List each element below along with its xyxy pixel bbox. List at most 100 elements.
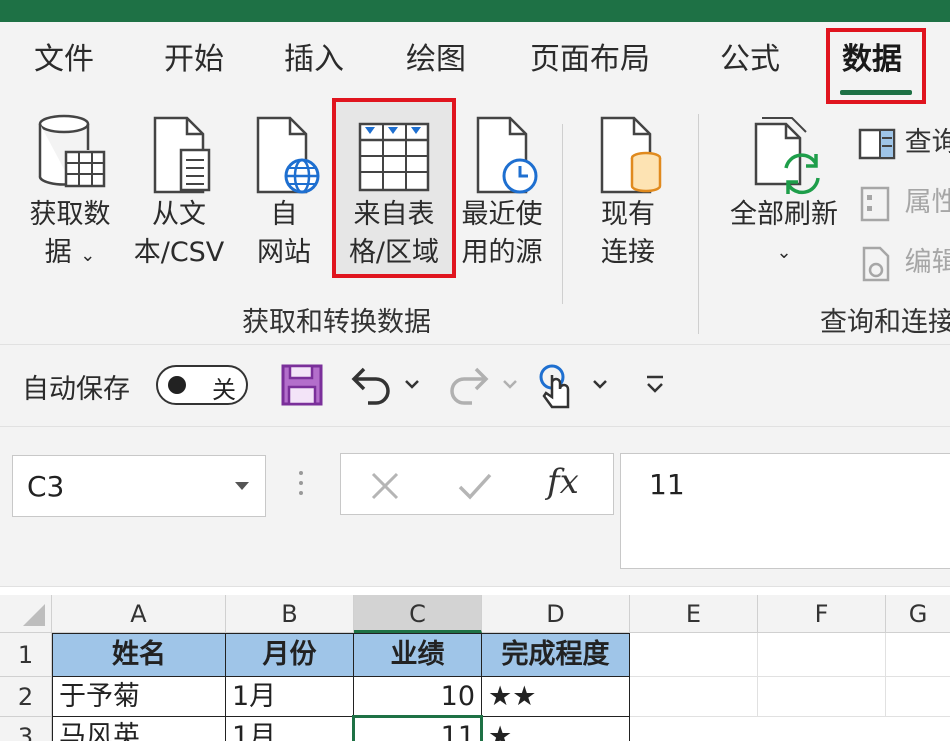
recent-sources-button[interactable]: 最近使 用的源 xyxy=(454,114,550,272)
column-header-a[interactable]: A xyxy=(52,595,226,633)
chevron-down-icon: ⌄ xyxy=(80,245,96,266)
existing-connections-label-1: 现有 xyxy=(601,199,655,230)
empty-cell[interactable] xyxy=(886,633,950,677)
column-header-c[interactable]: C xyxy=(354,595,482,633)
tab-data-highlight-box xyxy=(826,28,926,104)
row-header-2[interactable]: 2 xyxy=(0,677,52,717)
autosave-label: 自动保存 xyxy=(22,374,130,405)
edit-links-label: 编辑 xyxy=(904,247,950,278)
database-file-icon xyxy=(600,116,662,194)
tab-home[interactable]: 开始 xyxy=(164,40,224,80)
from-table-range-button[interactable]: 来自表 格/区域 xyxy=(338,114,450,272)
text-file-icon xyxy=(153,116,211,194)
from-table-label-1: 来自表 xyxy=(353,199,435,230)
get-data-label-1: 获取数 xyxy=(29,199,111,230)
existing-connections-label-2: 连接 xyxy=(601,237,655,268)
column-header-b[interactable]: B xyxy=(226,595,354,633)
active-cell-outline xyxy=(352,715,483,741)
from-text-csv-button[interactable]: 从文 本/CSV xyxy=(128,114,230,272)
autosave-state: 关 xyxy=(212,376,236,404)
redo-icon[interactable] xyxy=(446,363,490,407)
table-header-cell[interactable]: 完成程度 xyxy=(481,633,630,677)
formula-actions: fx xyxy=(340,453,614,515)
table-cell[interactable]: ★★ xyxy=(481,676,630,717)
title-bar xyxy=(0,0,950,22)
group-label-queries-connections: 查询和连接 xyxy=(820,307,950,338)
quick-access-toolbar: 自动保存 关 xyxy=(0,344,950,426)
tab-page-layout[interactable]: 页面布局 xyxy=(530,40,650,80)
tab-insert[interactable]: 插入 xyxy=(284,40,344,80)
customize-toolbar-icon[interactable] xyxy=(644,373,666,397)
empty-cell[interactable] xyxy=(630,677,758,717)
queries-label: 查询 xyxy=(904,127,950,158)
from-text-label-1: 从文 xyxy=(152,199,206,230)
insert-function-icon[interactable]: fx xyxy=(547,462,579,502)
properties-button[interactable]: 属性 xyxy=(858,180,950,222)
tab-file[interactable]: 文件 xyxy=(34,40,94,80)
properties-icon xyxy=(860,186,890,221)
undo-icon[interactable] xyxy=(350,363,394,407)
enter-check-icon[interactable] xyxy=(457,470,493,502)
save-icon[interactable] xyxy=(280,363,324,407)
refresh-all-label: 全部刷新 xyxy=(730,199,838,230)
drag-handle-icon[interactable] xyxy=(298,471,304,501)
properties-label: 属性 xyxy=(904,187,950,218)
cancel-icon[interactable] xyxy=(369,470,401,502)
from-web-label-2: 网站 xyxy=(257,237,311,268)
table-header-cell[interactable]: 业绩 xyxy=(353,633,482,677)
recent-sources-label-1: 最近使 xyxy=(461,199,543,230)
from-web-button[interactable]: 自 网站 xyxy=(244,114,324,272)
queries-connections-button[interactable]: 查询 xyxy=(858,120,950,160)
table-header-cell[interactable]: 姓名 xyxy=(52,633,226,677)
tab-draw[interactable]: 绘图 xyxy=(406,40,466,80)
formula-input[interactable]: 11 xyxy=(620,453,950,569)
from-table-label-2: 格/区域 xyxy=(348,237,440,268)
tab-formulas[interactable]: 公式 xyxy=(720,40,780,80)
get-data-button[interactable]: 获取数 据 ⌄ xyxy=(22,114,118,275)
chevron-down-icon xyxy=(235,482,249,490)
row-header-3[interactable]: 3 xyxy=(0,717,52,741)
existing-connections-button[interactable]: 现有 连接 xyxy=(586,114,670,272)
empty-cell[interactable] xyxy=(758,677,886,717)
empty-cell[interactable] xyxy=(630,633,758,677)
edit-links-button[interactable]: 编辑 xyxy=(858,240,950,282)
toggle-knob xyxy=(168,376,186,394)
table-cell[interactable]: 马风英 xyxy=(52,716,226,741)
refresh-file-icon xyxy=(754,117,820,195)
table-cell[interactable]: ★ xyxy=(481,716,630,741)
column-header-g[interactable]: G xyxy=(886,595,950,633)
touch-mode-icon[interactable] xyxy=(538,363,574,411)
table-cell[interactable]: 1月 xyxy=(225,716,354,741)
undo-dropdown-icon[interactable] xyxy=(402,375,422,395)
touch-dropdown-icon[interactable] xyxy=(590,375,610,395)
clock-file-icon xyxy=(476,116,538,194)
recent-sources-label-2: 用的源 xyxy=(461,237,543,268)
from-web-label-1: 自 xyxy=(270,199,298,230)
ribbon-tabs: 文件 开始 插入 绘图 页面布局 公式 数据 xyxy=(0,22,950,104)
refresh-all-button[interactable]: 全部刷新 ⌄ xyxy=(722,114,846,272)
table-range-icon xyxy=(358,122,430,192)
edit-links-icon xyxy=(862,246,890,281)
empty-cell[interactable] xyxy=(758,633,886,677)
table-cell[interactable]: 10 xyxy=(353,676,482,717)
database-table-icon xyxy=(38,114,106,188)
table-header-cell[interactable]: 月份 xyxy=(225,633,354,677)
column-header-f[interactable]: F xyxy=(758,595,886,633)
column-header-e[interactable]: E xyxy=(630,595,758,633)
query-panel-icon xyxy=(858,128,896,159)
name-box-value: C3 xyxy=(27,470,65,503)
chevron-down-icon: ⌄ xyxy=(776,242,792,263)
table-cell[interactable]: 1月 xyxy=(225,676,354,717)
get-data-label-2: 据 ⌄ xyxy=(44,237,96,268)
autosave-toggle[interactable]: 关 xyxy=(156,365,248,405)
group-label-get-transform: 获取和转换数据 xyxy=(242,307,431,338)
column-header-d[interactable]: D xyxy=(482,595,630,633)
redo-dropdown-icon[interactable] xyxy=(500,375,520,395)
name-box[interactable]: C3 xyxy=(12,455,266,517)
table-cell[interactable]: 于予菊 xyxy=(52,676,226,717)
empty-cell[interactable] xyxy=(886,677,950,717)
row-header-1[interactable]: 1 xyxy=(0,633,52,677)
from-text-label-2: 本/CSV xyxy=(133,237,225,268)
select-all-button[interactable] xyxy=(0,595,52,633)
worksheet-grid: A B C D E F G 1 2 3 姓名 月份 业绩 完成程度 于予菊 1月… xyxy=(0,586,950,741)
